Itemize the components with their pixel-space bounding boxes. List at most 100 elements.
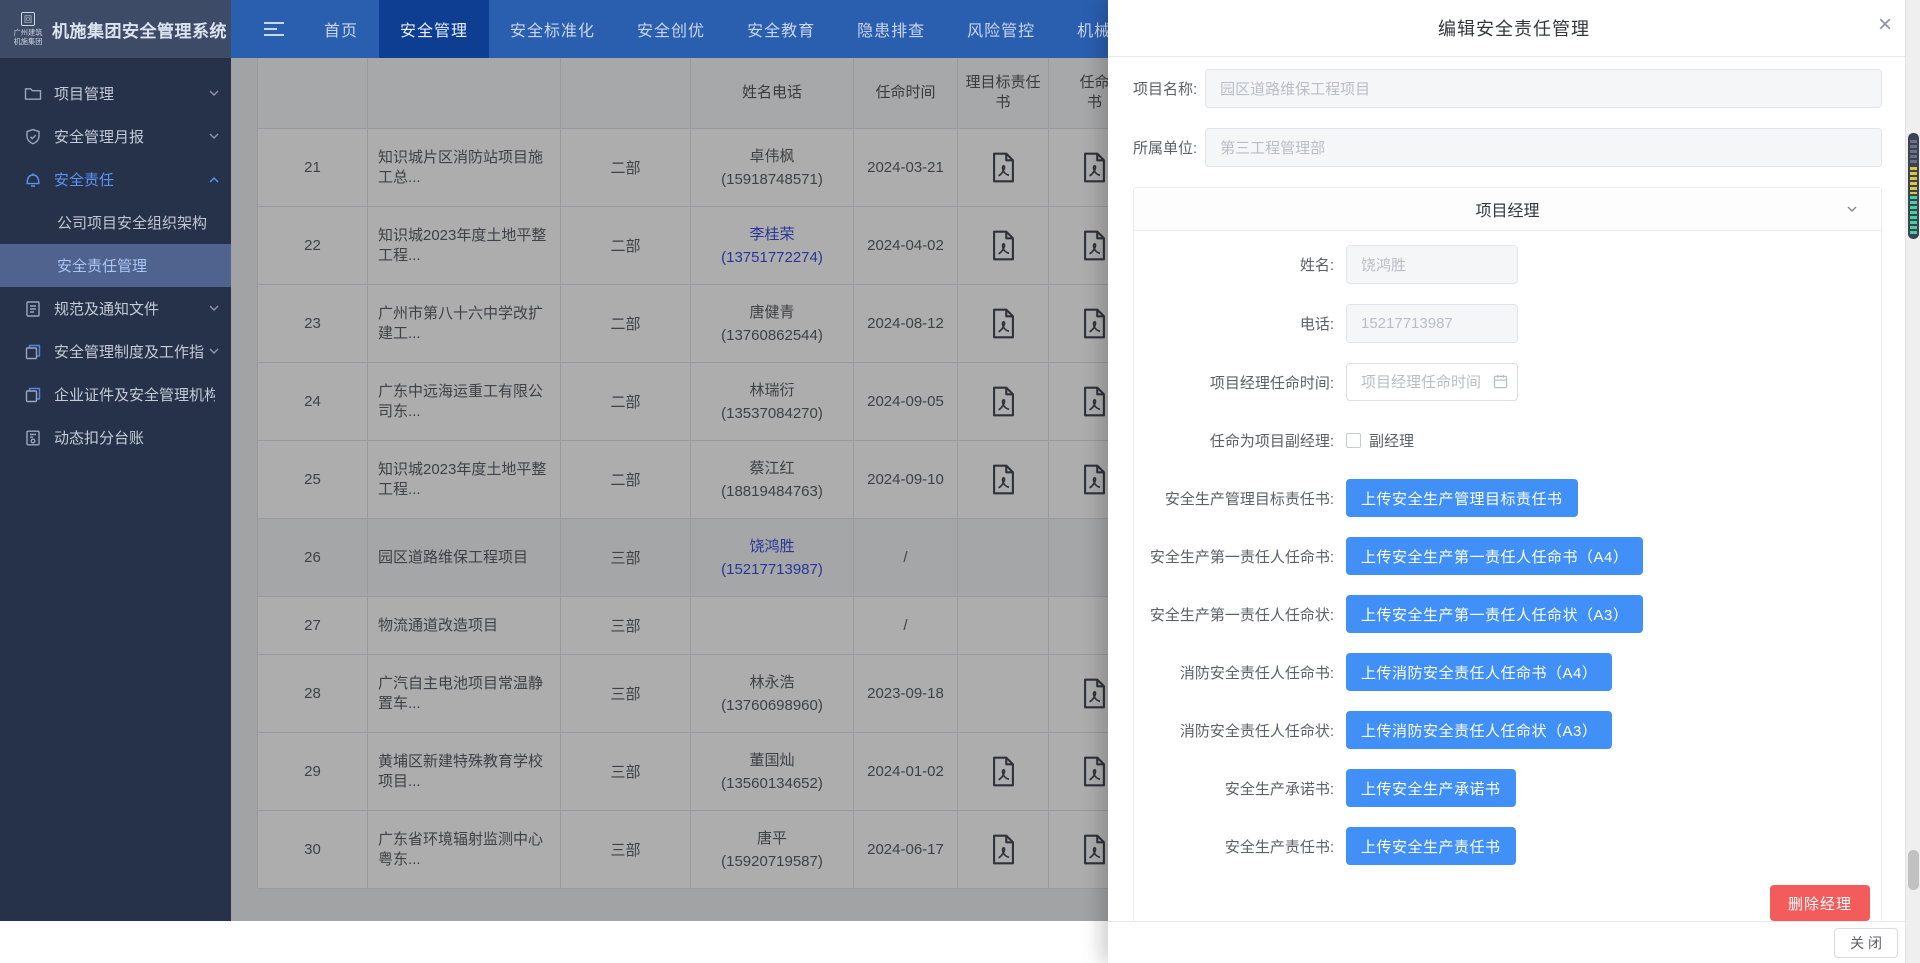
nav-item[interactable]: 首页: [303, 0, 379, 58]
panel-header[interactable]: 项目经理: [1134, 188, 1881, 231]
sidebar-item[interactable]: 安全管理月报: [0, 115, 231, 158]
sidebar-subitem[interactable]: 公司项目安全组织架构: [0, 201, 231, 244]
cell-project: 知识城片区消防站项目施工总...: [368, 129, 561, 207]
upload-rows: 安全生产管理目标责任书: 上传安全生产管理目标责任书 安全生产第一责任人任命书:…: [1134, 479, 1881, 865]
upload-row: 安全生产第一责任人任命状: 上传安全生产第一责任人任命状（A3）: [1134, 595, 1881, 633]
pdf-file-icon[interactable]: [990, 386, 1017, 417]
cell-name-phone[interactable]: 蔡江红(18819484763): [691, 441, 854, 519]
cell-index: 22: [258, 207, 368, 285]
pdf-file-icon[interactable]: [990, 464, 1017, 495]
pdf-file-icon[interactable]: [1081, 386, 1108, 417]
table-row[interactable]: 29 黄埔区新建特殊教育学校项目... 三部 董国灿(13560134652) …: [258, 733, 1141, 811]
upload-button[interactable]: 上传安全生产第一责任人任命状（A3）: [1346, 595, 1643, 633]
sidebar-item[interactable]: 安全责任: [0, 158, 231, 201]
deputy-checkbox[interactable]: [1346, 433, 1361, 448]
cell-name-phone[interactable]: 饶鸿胜(15217713987): [691, 519, 854, 597]
pdf-file-icon[interactable]: [1081, 464, 1108, 495]
cell-name-phone[interactable]: 董国灿(13560134652): [691, 733, 854, 811]
upload-button[interactable]: 上传安全生产第一责任人任命书（A4）: [1346, 537, 1643, 575]
cell-department: 二部: [561, 363, 691, 441]
cell-name-phone[interactable]: 林永浩(13760698960): [691, 655, 854, 733]
header-project: [368, 58, 561, 129]
close-icon[interactable]: ×: [1878, 13, 1892, 37]
cell-name-phone[interactable]: 卓伟枫(15918748571): [691, 129, 854, 207]
cell-appoint-date: 2024-03-21: [854, 129, 958, 207]
upload-button[interactable]: 上传安全生产责任书: [1346, 827, 1516, 865]
cell-name-phone[interactable]: 李桂荣(13751772274): [691, 207, 854, 285]
file-lines-icon: [24, 300, 44, 318]
table-row[interactable]: 28 广汽自主电池项目常温静置车... 三部 林永浩(13760698960) …: [258, 655, 1141, 733]
cell-index: 29: [258, 733, 368, 811]
pdf-file-icon[interactable]: [990, 230, 1017, 261]
sidebar-item[interactable]: 安全管理制度及工作指引: [0, 330, 231, 373]
scrollbar-marker-thumb[interactable]: [1908, 133, 1919, 239]
sidebar-subitem[interactable]: 安全责任管理: [0, 244, 231, 287]
nav-item[interactable]: 安全创优: [616, 0, 726, 58]
upload-label: 安全生产责任书:: [1134, 836, 1334, 857]
cell-name-phone[interactable]: 唐健青(13760862544): [691, 285, 854, 363]
upload-button[interactable]: 上传消防安全责任人任命状（A3）: [1346, 711, 1612, 749]
header-index: [258, 58, 368, 129]
manager-phone-label: 电话:: [1134, 313, 1334, 334]
cell-department: 三部: [561, 811, 691, 889]
pdf-file-icon[interactable]: [990, 152, 1017, 183]
pdf-file-icon[interactable]: [1081, 308, 1108, 339]
appoint-time-input[interactable]: [1346, 363, 1518, 401]
upload-button[interactable]: 上传安全生产承诺书: [1346, 769, 1516, 807]
drawer-body: 项目名称: 所属单位: 项目经理 姓名: 电话:: [1108, 57, 1920, 936]
cell-name-phone[interactable]: [691, 597, 854, 655]
table-row[interactable]: 30 广东省环境辐射监测中心粤东... 三部 唐平(15920719587) 2…: [258, 811, 1141, 889]
nav-item[interactable]: 安全标准化: [489, 0, 616, 58]
scrollbar-thumb[interactable]: [1908, 850, 1919, 890]
table-row[interactable]: 22 知识城2023年度土地平整工程... 二部 李桂荣(13751772274…: [258, 207, 1141, 285]
collapse-menu-icon[interactable]: [263, 21, 285, 37]
pdf-file-icon[interactable]: [1081, 834, 1108, 865]
page-scrollbar[interactable]: [1905, 0, 1920, 963]
nav-item[interactable]: 风险管控: [946, 0, 1056, 58]
cell-target-cert: [958, 519, 1049, 597]
table-row[interactable]: 27 物流通道改造项目 三部 /: [258, 597, 1141, 655]
delete-manager-button[interactable]: 删除经理: [1770, 885, 1870, 921]
upload-button[interactable]: 上传安全生产管理目标责任书: [1346, 479, 1578, 517]
header-appoint-date: 任命时间: [854, 58, 958, 129]
nav-item[interactable]: 隐患排查: [836, 0, 946, 58]
nav-item[interactable]: 安全管理: [379, 0, 489, 58]
cell-index: 23: [258, 285, 368, 363]
table-row[interactable]: 21 知识城片区消防站项目施工总... 二部 卓伟枫(15918748571) …: [258, 129, 1141, 207]
nav-item[interactable]: 安全教育: [726, 0, 836, 58]
pdf-file-icon[interactable]: [1081, 678, 1108, 709]
sidebar-item[interactable]: 动态扣分台账: [0, 416, 231, 459]
cell-appoint-date: 2024-09-10: [854, 441, 958, 519]
chevron-down-icon: [209, 133, 219, 140]
cell-department: 三部: [561, 655, 691, 733]
pdf-file-icon[interactable]: [1081, 230, 1108, 261]
unit-field: [1205, 128, 1882, 167]
pdf-file-icon[interactable]: [990, 834, 1017, 865]
project-manager-panel: 项目经理 姓名: 电话: 项目经理任命时间:: [1133, 187, 1882, 936]
table-row[interactable]: 26 园区道路维保工程项目 三部 饶鸿胜(15217713987) /: [258, 519, 1141, 597]
cell-name-phone[interactable]: 林瑞衍(13537084270): [691, 363, 854, 441]
pdf-file-icon[interactable]: [1081, 756, 1108, 787]
table-row[interactable]: 24 广东中远海运重工有限公司东... 二部 林瑞衍(13537084270) …: [258, 363, 1141, 441]
close-button[interactable]: 关 闭: [1834, 928, 1898, 958]
cell-name-phone[interactable]: 唐平(15920719587): [691, 811, 854, 889]
panel-title: 项目经理: [1475, 197, 1539, 221]
sidebar-item[interactable]: 项目管理: [0, 72, 231, 115]
cell-index: 30: [258, 811, 368, 889]
upload-row: 安全生产承诺书: 上传安全生产承诺书: [1134, 769, 1881, 807]
pdf-file-icon[interactable]: [990, 756, 1017, 787]
cell-index: 26: [258, 519, 368, 597]
upload-button[interactable]: 上传消防安全责任人任命书（A4）: [1346, 653, 1612, 691]
table-row[interactable]: 23 广州市第八十六中学改扩建工... 二部 唐健青(13760862544) …: [258, 285, 1141, 363]
cell-project: 物流通道改造项目: [368, 597, 561, 655]
cell-appoint-date: /: [854, 519, 958, 597]
drawer-footer: 关 闭: [1108, 921, 1920, 963]
sidebar-item[interactable]: 规范及通知文件: [0, 287, 231, 330]
pdf-file-icon[interactable]: [1081, 152, 1108, 183]
sidebar-item[interactable]: 企业证件及安全管理机构: [0, 373, 231, 416]
table-row[interactable]: 25 知识城2023年度土地平整工程... 二部 蔡江红(18819484763…: [258, 441, 1141, 519]
cell-department: 二部: [561, 285, 691, 363]
cell-project: 广州市第八十六中学改扩建工...: [368, 285, 561, 363]
pdf-file-icon[interactable]: [990, 308, 1017, 339]
cell-department: 三部: [561, 733, 691, 811]
